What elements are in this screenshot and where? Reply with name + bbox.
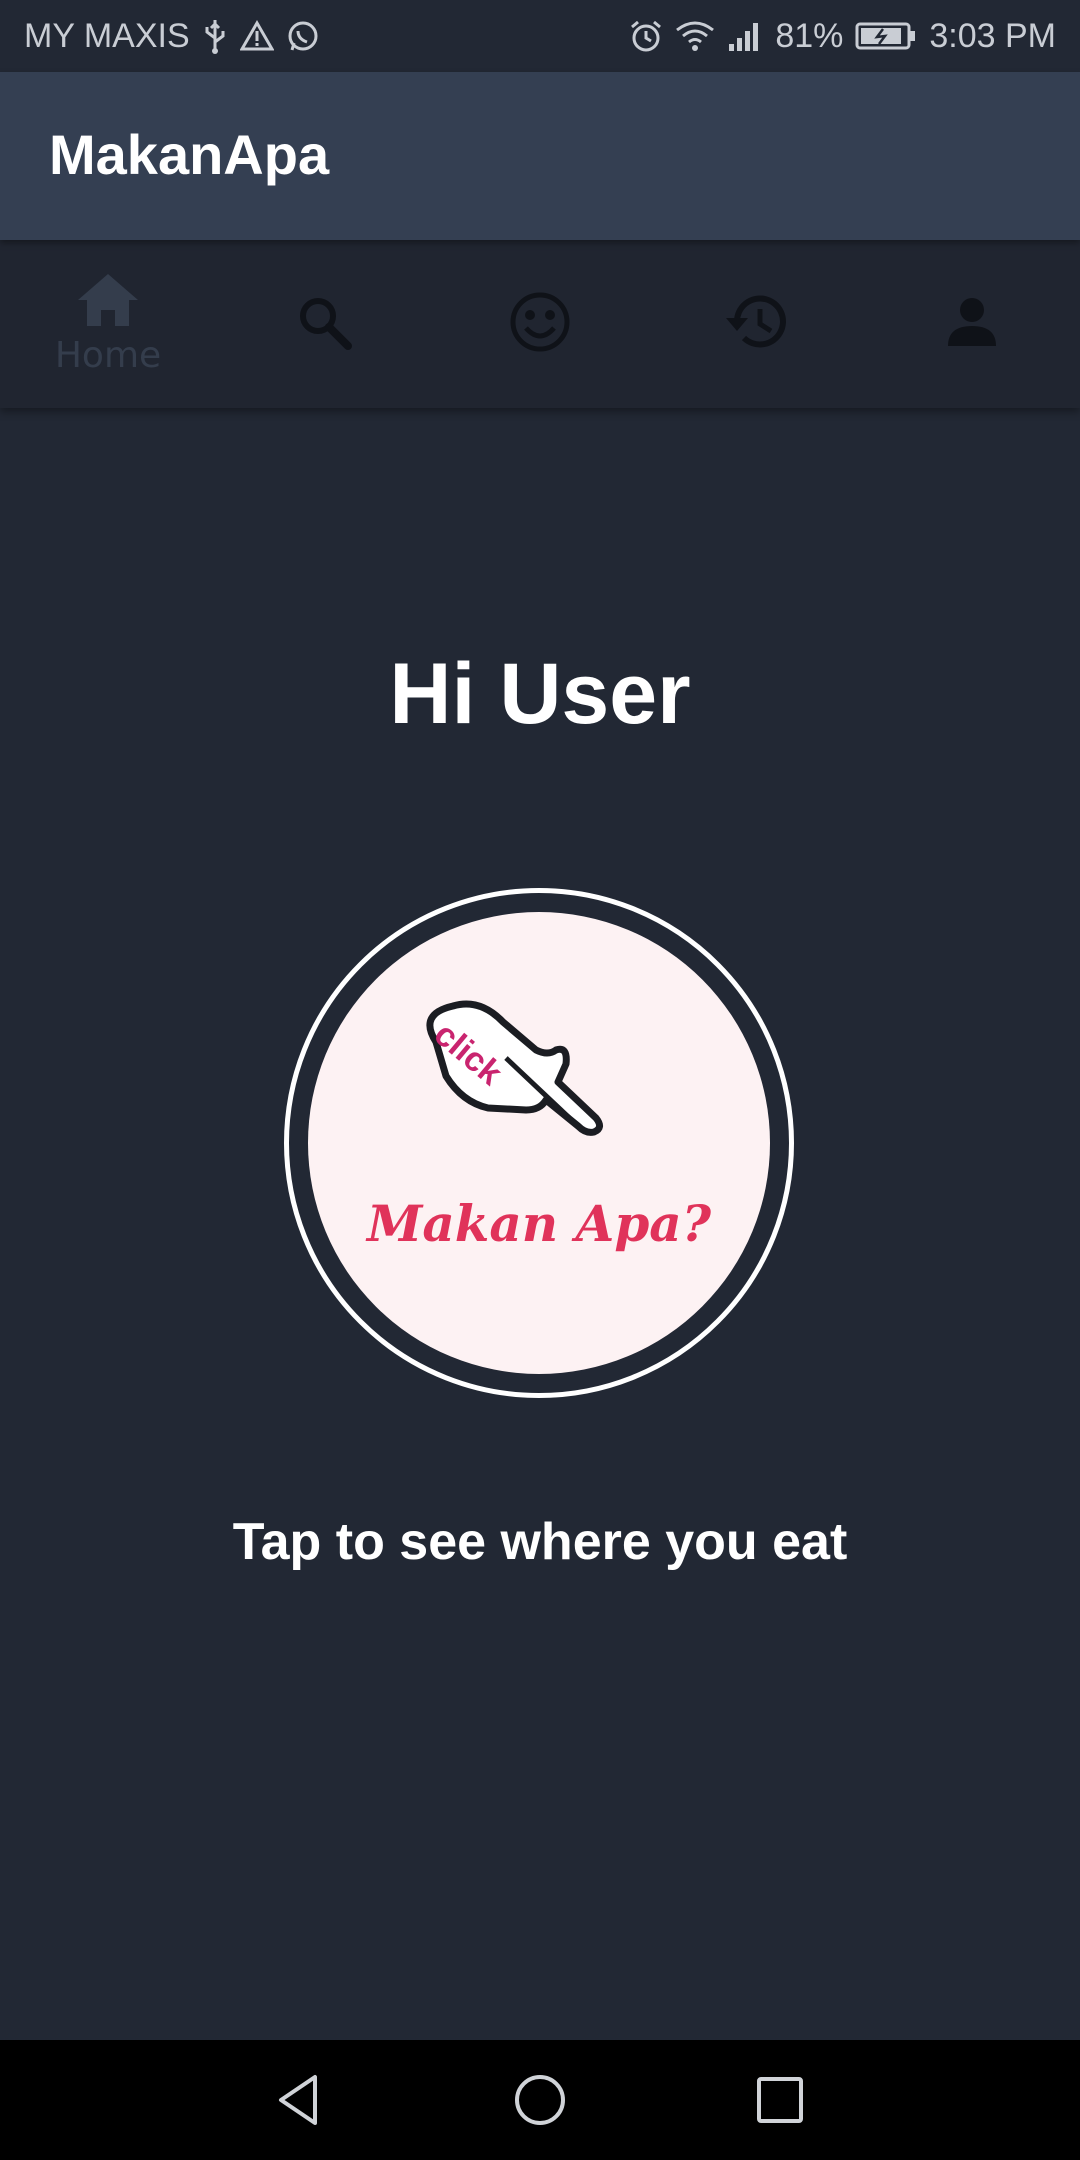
- tab-mood[interactable]: [432, 240, 648, 408]
- makan-apa-logo-text: Makan Apa?: [367, 1194, 711, 1253]
- makan-apa-logo: click Makan Apa?: [308, 912, 770, 1374]
- alarm-icon: [629, 19, 663, 53]
- instruction-text: Tap to see where you eat: [232, 1513, 848, 1571]
- home-circle-icon: [515, 2075, 565, 2125]
- clock: 3:03 PM: [929, 16, 1056, 55]
- app-bar: MakanApa: [0, 72, 1080, 240]
- makan-apa-button[interactable]: click Makan Apa?: [284, 888, 794, 1398]
- status-left: MY MAXIS: [24, 17, 320, 56]
- recents-icon: [757, 2077, 803, 2123]
- history-icon: [723, 291, 789, 358]
- tab-home[interactable]: Home: [0, 240, 216, 408]
- app-title: MakanApa: [49, 123, 330, 186]
- search-icon: [294, 292, 354, 357]
- nav-back-button[interactable]: [255, 2055, 345, 2145]
- nav-home-button[interactable]: [495, 2055, 585, 2145]
- battery-percent: 81%: [775, 16, 844, 55]
- pointing-hand-icon: click: [426, 1000, 603, 1136]
- status-right: 81% 3:03 PM: [629, 17, 1056, 56]
- warning-icon: [239, 20, 274, 52]
- tab-profile[interactable]: [864, 240, 1080, 408]
- tab-history[interactable]: [648, 240, 864, 408]
- battery-icon: [855, 20, 917, 52]
- wifi-icon: [675, 20, 715, 52]
- app-screen: MY MAXIS 81% 3:03 PM MakanApa Home Hi Us…: [0, 0, 1080, 2160]
- tab-search[interactable]: [216, 240, 432, 408]
- status-bar: MY MAXIS 81% 3:03 PM: [0, 0, 1080, 72]
- back-icon: [279, 2075, 317, 2125]
- smiley-icon: [508, 290, 572, 359]
- signal-icon: [727, 20, 763, 52]
- whatsapp-icon: [286, 19, 320, 53]
- tab-bar: Home: [0, 240, 1080, 408]
- person-icon: [944, 294, 1000, 355]
- nav-recents-button[interactable]: [735, 2055, 825, 2145]
- home-icon: [76, 272, 140, 333]
- carrier-name: MY MAXIS: [24, 16, 190, 55]
- greeting-heading: Hi User: [389, 646, 691, 742]
- tab-home-label: Home: [54, 335, 162, 376]
- system-nav-bar: [0, 2040, 1080, 2160]
- usb-icon: [202, 18, 228, 54]
